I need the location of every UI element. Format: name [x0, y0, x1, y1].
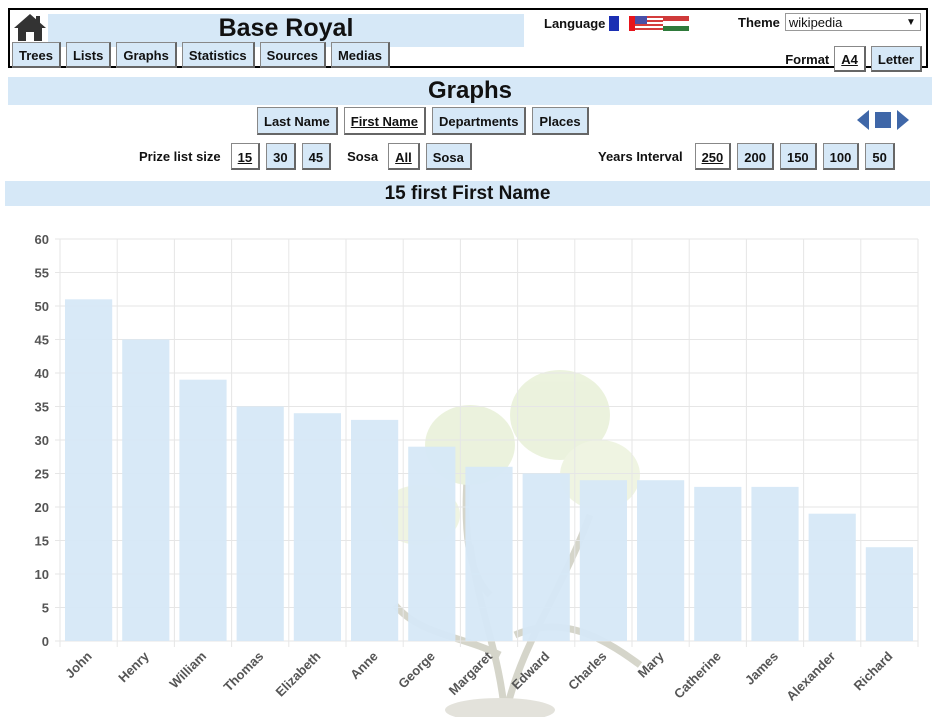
bar-henry[interactable] [122, 339, 170, 642]
prize-size-45-button[interactable]: 45 [301, 143, 332, 170]
x-axis: John Henry William Thomas Elizabeth Anne Georg… [62, 648, 895, 704]
format-a4-button[interactable]: A4 [834, 46, 866, 72]
sosa-all-button[interactable]: All [388, 143, 420, 170]
years-200-button[interactable]: 200 [737, 143, 774, 170]
flag-french-icon[interactable] [609, 16, 620, 31]
x-tick-label: Margaret [446, 648, 496, 698]
y-axis: 0 5 10 15 20 25 30 35 40 45 50 55 60 [35, 232, 49, 649]
y-tick-label: 40 [35, 366, 49, 381]
nav-statistics[interactable]: Statistics [181, 42, 255, 68]
years-50-button[interactable]: 50 [865, 143, 895, 170]
prize-size-30-button[interactable]: 30 [266, 143, 296, 170]
graph-type-places[interactable]: Places [532, 107, 589, 135]
y-tick-label: 30 [35, 433, 49, 448]
dropdown-arrow-icon: ▼ [906, 17, 916, 28]
y-tick-label: 0 [42, 634, 49, 649]
bar-catherine[interactable] [694, 486, 742, 641]
header: Base Royal Trees Lists Graphs Statistics… [8, 8, 928, 72]
x-tick-label: Mary [635, 648, 668, 681]
theme-label: Theme [738, 14, 780, 30]
theme-select[interactable]: wikipedia ▼ [784, 13, 921, 31]
graph-navigation [857, 110, 909, 135]
y-tick-label: 60 [35, 232, 49, 247]
x-tick-label: George [395, 649, 438, 692]
x-tick-label: Henry [115, 648, 152, 685]
graph-type-first-name[interactable]: First Name [343, 107, 426, 135]
nav-lists[interactable]: Lists [65, 42, 112, 68]
x-tick-label: Elizabeth [273, 648, 324, 699]
nav-medias[interactable]: Medias [330, 42, 391, 68]
graph-type-selector: Last Name First Name Departments Places [257, 107, 589, 135]
x-tick-label: Alexander [783, 649, 838, 704]
theme-value: wikipedia [788, 15, 843, 30]
bar-james[interactable] [751, 486, 799, 641]
y-tick-label: 20 [35, 500, 49, 515]
format-selector: Format A4 Letter [785, 46, 922, 72]
prize-list-size-label: Prize list size [139, 149, 221, 164]
bar-john[interactable] [65, 299, 113, 641]
format-letter-button[interactable]: Letter [870, 46, 922, 72]
bar-charles[interactable] [579, 480, 627, 641]
flag-hungarian-icon[interactable] [663, 16, 690, 31]
y-tick-label: 5 [42, 601, 49, 616]
bar-thomas[interactable] [236, 406, 284, 642]
language-label: Language [544, 16, 606, 31]
years-150-button[interactable]: 150 [779, 143, 817, 170]
x-tick-label: Richard [851, 648, 896, 693]
x-tick-label: John [62, 648, 95, 681]
sosa-label: Sosa [347, 149, 379, 164]
x-tick-label: Anne [347, 649, 381, 683]
bar-margaret[interactable] [465, 466, 513, 641]
previous-arrow-icon[interactable] [857, 110, 869, 135]
language-selector: Language [544, 16, 690, 31]
y-tick-label: 10 [35, 567, 49, 582]
page-title: Graphs [8, 77, 932, 105]
y-tick-label: 15 [35, 534, 49, 549]
nav-graphs[interactable]: Graphs [116, 42, 177, 68]
bar-alexander[interactable] [808, 513, 856, 641]
x-tick-label: Catherine [671, 649, 724, 702]
y-tick-label: 35 [35, 400, 49, 415]
next-arrow-icon[interactable] [897, 110, 909, 135]
chart-bars [65, 299, 913, 641]
list-options: Prize list size 15 30 45 Sosa All Sosa [139, 143, 472, 170]
y-tick-label: 50 [35, 299, 49, 314]
home-icon[interactable] [12, 12, 48, 42]
years-250-button[interactable]: 250 [694, 143, 732, 170]
y-tick-label: 45 [35, 333, 49, 348]
sosa-only-button[interactable]: Sosa [425, 143, 472, 170]
bar-elizabeth[interactable] [293, 413, 341, 641]
years-interval-label: Years Interval [598, 149, 683, 164]
x-tick-label: Thomas [220, 649, 266, 695]
chart-canvas: 0 5 10 15 20 25 30 35 40 45 50 55 60 John Henry Willia… [35, 232, 919, 717]
x-tick-label: James [742, 649, 781, 688]
x-tick-label: Charles [565, 649, 609, 693]
flag-english-icon[interactable] [629, 16, 664, 31]
stop-square-icon[interactable] [875, 112, 891, 133]
bar-anne[interactable] [351, 419, 399, 641]
bar-chart: 0 5 10 15 20 25 30 35 40 45 50 55 60 John Henry Willia… [0, 215, 940, 717]
years-100-button[interactable]: 100 [822, 143, 860, 170]
bar-edward[interactable] [522, 473, 570, 642]
bar-george[interactable] [408, 446, 456, 641]
main-nav: Trees Lists Graphs Statistics Sources Me… [12, 42, 391, 68]
nav-trees[interactable]: Trees [12, 42, 61, 68]
graph-type-departments[interactable]: Departments [431, 107, 527, 135]
site-title: Base Royal [218, 14, 354, 42]
chart-title: 15 first First Name [5, 181, 930, 206]
x-tick-label: William [166, 649, 209, 692]
format-label: Format [785, 51, 830, 67]
bar-mary[interactable] [637, 480, 685, 641]
bar-richard[interactable] [865, 547, 913, 641]
years-interval-options: Years Interval 250 200 150 100 50 [598, 143, 895, 170]
y-tick-label: 55 [35, 266, 49, 281]
prize-size-15-button[interactable]: 15 [230, 143, 261, 170]
theme-selector: Theme wikipedia ▼ [738, 13, 921, 31]
bar-william[interactable] [179, 379, 227, 641]
y-tick-label: 25 [35, 467, 49, 482]
graph-type-last-name[interactable]: Last Name [257, 107, 338, 135]
nav-sources[interactable]: Sources [259, 42, 326, 68]
